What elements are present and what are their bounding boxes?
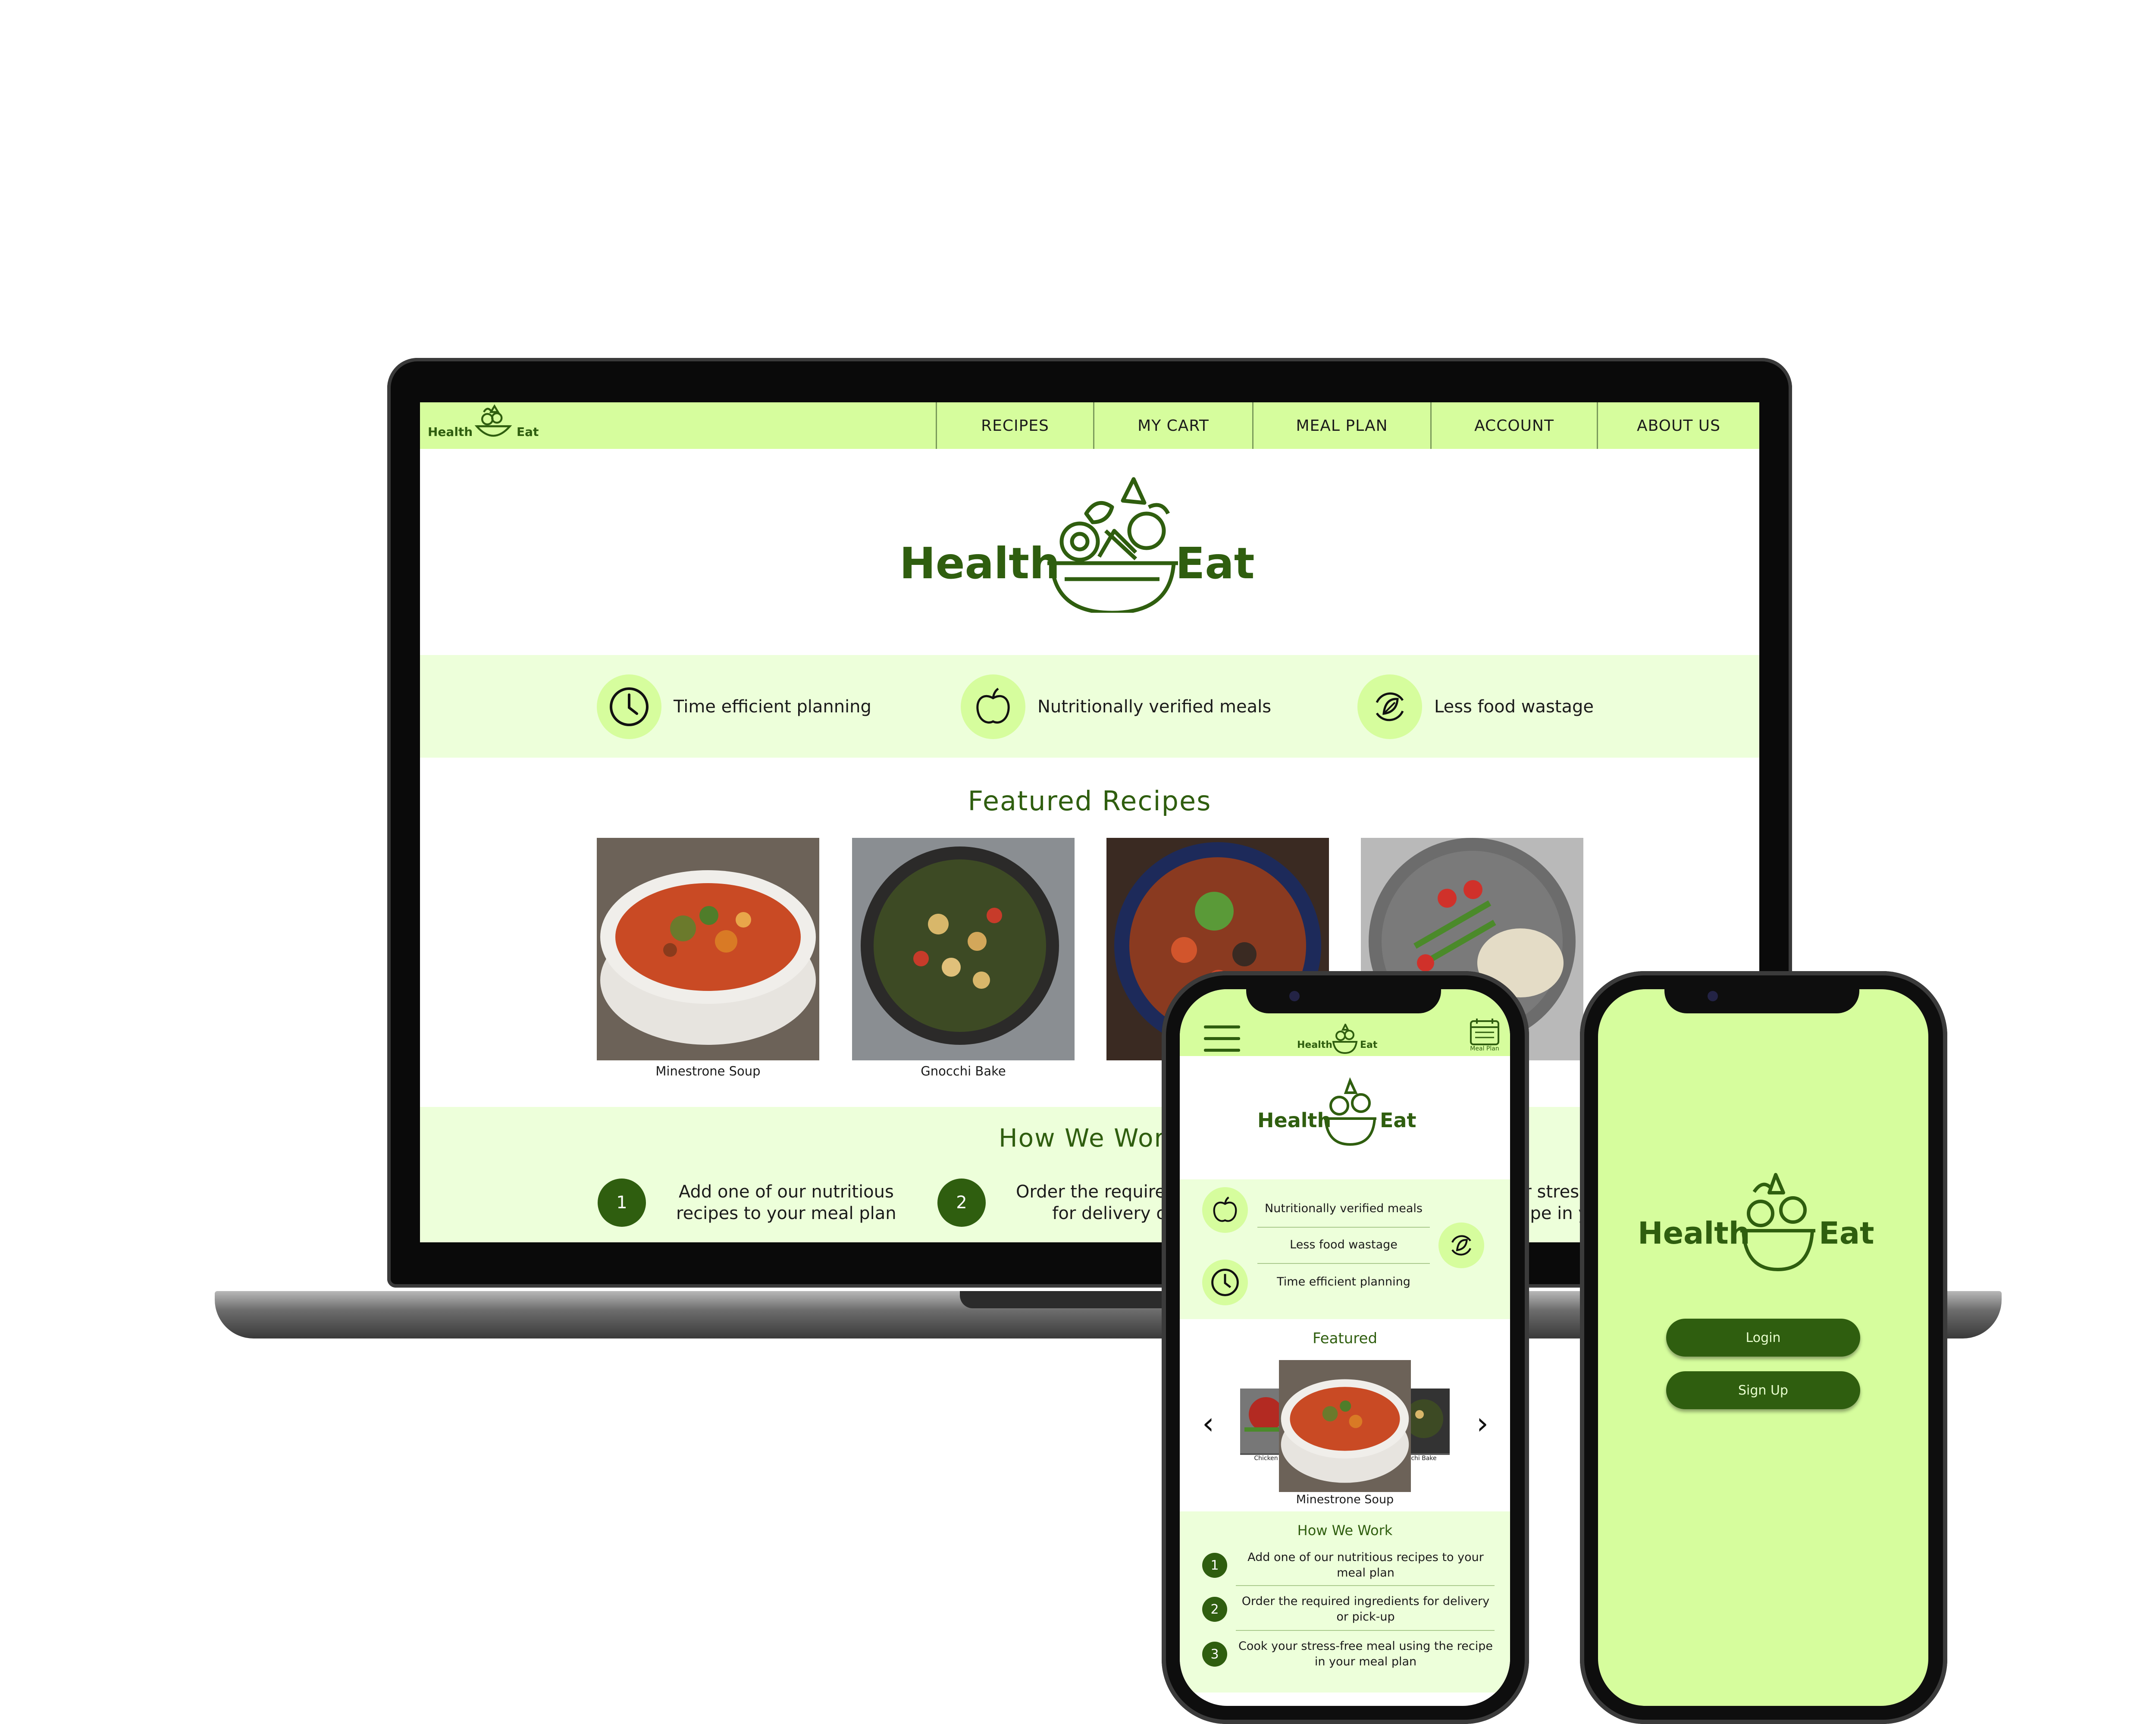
mobile-login-screen: Health Eat Login Sign Up: [1598, 989, 1928, 1706]
mobile-hero-logo: Health Eat: [1257, 1077, 1416, 1146]
divider: [1236, 1585, 1495, 1586]
carousel-next-icon[interactable]: ›: [1476, 1406, 1489, 1441]
step-number: 1: [1202, 1553, 1227, 1578]
hero-logo-text-left: Health: [899, 538, 1060, 589]
login-button[interactable]: Login: [1666, 1319, 1860, 1357]
recycle-leaf-icon: [1357, 674, 1422, 739]
step-text: Add one of our nutritious recipes to you…: [1247, 1551, 1484, 1580]
how-we-work-title: How We Work: [999, 1123, 1181, 1153]
signup-button[interactable]: Sign Up: [1666, 1371, 1860, 1409]
minestrone-soup-image: [597, 838, 819, 1060]
recipe-name: Gnocchi Bake: [921, 1064, 1006, 1078]
minestrone-soup-image: [1279, 1360, 1411, 1492]
mobile-step-1: 1 Add one of our nutritious recipes to y…: [1202, 1550, 1495, 1581]
meal-plan-button[interactable]: Meal Plan: [1466, 1018, 1503, 1055]
nav-item-my-cart[interactable]: MY CART: [1093, 402, 1252, 449]
featured-recipes-title: Featured Recipes: [968, 785, 1212, 817]
feature-time: Time efficient planning: [597, 672, 871, 741]
step-1: 1 Add one of our nutritious recipes to yo…: [598, 1179, 896, 1227]
apple-icon: [1202, 1187, 1248, 1233]
mobile-nav-logo[interactable]: Health Eat: [1295, 1024, 1395, 1054]
nav-item-recipes[interactable]: RECIPES: [936, 402, 1093, 449]
nav-item-about-us[interactable]: ABOUT US: [1597, 402, 1759, 449]
feature-nutrition-label: Nutritionally verified meals: [1037, 697, 1272, 717]
mobile-step-2: 2 Order the required ingredients for del…: [1202, 1594, 1495, 1625]
divider: [1257, 1227, 1430, 1228]
feature-waste-label: Less food wastage: [1434, 697, 1594, 717]
recipe-card-minestrone[interactable]: Minestrone Soup: [597, 838, 819, 1078]
desktop-nav-bar: Health Eat RECIPES MY CART MEAL PLAN ACC…: [420, 402, 1759, 449]
phone-login-notch: [1664, 978, 1859, 1013]
features-strip: Time efficient planning Nutritionally ve…: [420, 655, 1759, 758]
mobile-step-3: 3 Cook your stress-free meal using the r…: [1202, 1639, 1495, 1670]
feature-waste: Less food wastage: [1357, 672, 1594, 741]
meal-plan-icon: [1470, 1019, 1499, 1045]
mobile-feature-time: Time efficient planning: [1277, 1275, 1410, 1288]
carousel-main-label: Minestrone Soup: [1296, 1493, 1394, 1506]
phone-home-notch: [1246, 978, 1441, 1013]
mobile-feature-nutrition: Nutritionally verified meals: [1265, 1202, 1423, 1215]
feature-nutrition: Nutritionally verified meals: [961, 672, 1271, 741]
clock-icon: [597, 674, 661, 739]
step-number: 2: [937, 1179, 986, 1227]
logo-text-right: Eat: [517, 425, 539, 439]
step-number: 3: [1202, 1642, 1227, 1667]
carousel-prev-icon[interactable]: ‹: [1202, 1406, 1214, 1441]
nav-menu: RECIPES MY CART MEAL PLAN ACCOUNT ABOUT …: [936, 402, 1759, 449]
camera-icon: [1289, 991, 1300, 1001]
step-number: 2: [1202, 1597, 1227, 1622]
hero-logo-text-right: Eat: [1175, 538, 1255, 589]
recipe-card-gnocchi[interactable]: Gnocchi Bake: [852, 838, 1075, 1078]
nav-logo[interactable]: Health Eat: [426, 402, 555, 449]
camera-icon: [1708, 991, 1718, 1001]
recipe-name: Minestrone Soup: [655, 1064, 761, 1078]
feature-time-label: Time efficient planning: [674, 697, 871, 717]
svg-text:Health: Health: [1638, 1216, 1750, 1251]
mobile-how-title: How We Work: [1297, 1522, 1393, 1539]
step-text: Order the required ingredients for deliv…: [1241, 1595, 1490, 1624]
recycle-leaf-icon: [1438, 1222, 1484, 1268]
divider: [1257, 1263, 1430, 1264]
step-text: Cook your stress-free meal using the rec…: [1238, 1639, 1493, 1668]
mobile-featured-title: Featured: [1312, 1330, 1378, 1347]
hero-logo: Health Eat: [899, 477, 1255, 613]
hero-section: Health Eat: [420, 449, 1759, 626]
mobile-features: Nutritionally verified meals Less food w…: [1180, 1179, 1510, 1319]
step-text: Add one of our nutritious recipes to your…: [676, 1182, 896, 1223]
meal-plan-label: Meal Plan: [1470, 1045, 1499, 1052]
step-number: 1: [598, 1179, 646, 1227]
nav-item-account[interactable]: ACCOUNT: [1430, 402, 1597, 449]
divider: [1236, 1630, 1495, 1631]
svg-text:Health: Health: [1257, 1109, 1331, 1132]
apple-icon: [961, 674, 1025, 739]
logo-text-left: Health: [428, 425, 473, 439]
carousel-main-card[interactable]: [1279, 1360, 1411, 1492]
svg-text:Eat: Eat: [1819, 1216, 1874, 1251]
mobile-home-screen: Health Eat Meal Plan Health Eat Nutritio…: [1180, 989, 1510, 1706]
svg-text:Health: Health: [1297, 1040, 1332, 1050]
gnocchi-bake-image: [852, 838, 1075, 1060]
desktop-website: Health Eat RECIPES MY CART MEAL PLAN ACC…: [420, 402, 1759, 1242]
svg-text:Eat: Eat: [1360, 1040, 1378, 1050]
clock-icon: [1202, 1260, 1248, 1305]
svg-text:Eat: Eat: [1380, 1109, 1416, 1132]
hamburger-menu-icon[interactable]: [1204, 1025, 1240, 1052]
login-logo: Health Eat: [1638, 1173, 1874, 1271]
mobile-feature-waste: Less food wastage: [1290, 1238, 1398, 1251]
nav-item-meal-plan[interactable]: MEAL PLAN: [1252, 402, 1430, 449]
